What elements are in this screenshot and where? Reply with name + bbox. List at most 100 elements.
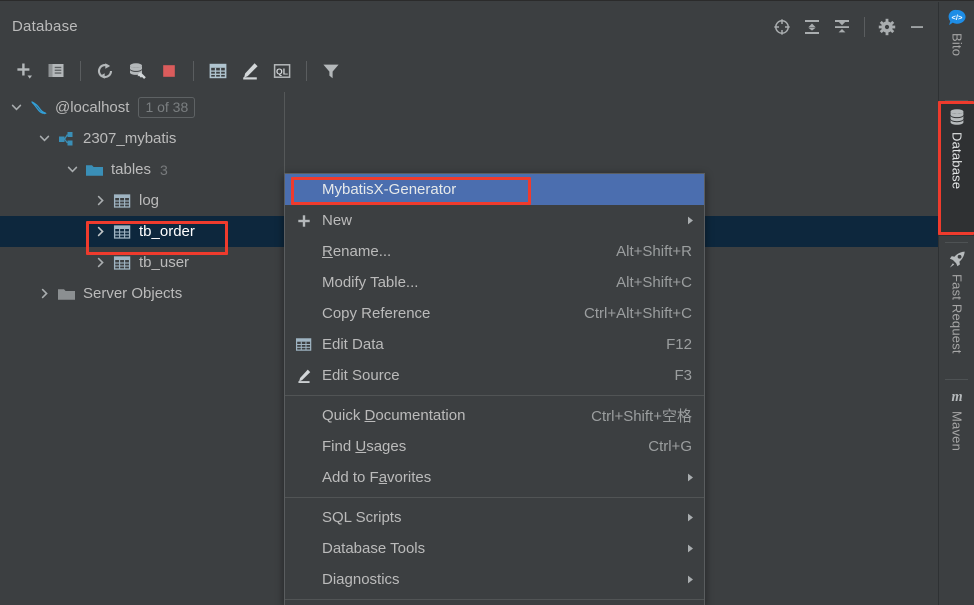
stripe-button-fast-request[interactable]: Fast Request <box>939 243 974 373</box>
right-tool-stripe: </> Bito Database Fast Request m Maven <box>938 2 974 605</box>
menu-item-label: SQL Scripts <box>322 509 402 526</box>
edit-data-button[interactable] <box>202 56 234 86</box>
row-count-badge: 1 of 38 <box>138 97 196 118</box>
header-separator <box>864 17 865 37</box>
svg-text:m: m <box>951 388 962 404</box>
menu-item-edit-data[interactable]: Edit Data F12 <box>285 329 704 360</box>
menu-item-shortcut: F12 <box>666 336 692 353</box>
menu-item-label: Modify Table... <box>322 274 419 291</box>
filter-button[interactable] <box>315 56 347 86</box>
tree-item-label: tables <box>111 161 152 178</box>
stripe-button-database[interactable]: Database <box>939 101 974 236</box>
stripe-button-maven[interactable]: m Maven <box>939 380 974 490</box>
chevron-down-icon[interactable] <box>36 130 53 147</box>
pencil-icon <box>285 367 322 385</box>
menu-item-quick-documentation[interactable]: Quick Documentation Ctrl+Shift+空格 <box>285 400 704 431</box>
menu-item-label: Edit Source <box>322 367 400 384</box>
tool-window-header-actions <box>767 12 938 42</box>
page-title: Database <box>12 18 78 35</box>
stripe-button-bito[interactable]: </> Bito <box>939 2 974 94</box>
tree-item-label: 2307_mybatis <box>83 130 177 147</box>
stripe-button-label: Maven <box>949 411 965 452</box>
table-icon <box>112 254 132 271</box>
stop-button[interactable] <box>153 56 185 86</box>
expand-all-icon[interactable] <box>797 12 827 42</box>
open-console-button[interactable]: QL <box>266 56 298 86</box>
menu-item-label: Quick Documentation <box>322 407 466 424</box>
tree-item-label: tb_order <box>139 223 195 240</box>
chevron-right-icon[interactable] <box>36 285 53 302</box>
menu-item-label: Add to Favorites <box>322 469 432 486</box>
menu-item-shortcut: Alt+Shift+R <box>616 243 692 260</box>
chevron-right-icon[interactable] <box>92 192 109 209</box>
duplicate-button[interactable] <box>40 56 72 86</box>
menu-item-label: Diagnostics <box>322 571 400 588</box>
menu-item-label: Edit Data <box>322 336 384 353</box>
menu-item-mybatisx-generator[interactable]: MybatisX-Generator <box>285 174 704 205</box>
menu-item-sql-scripts[interactable]: SQL Scripts <box>285 502 704 533</box>
tree-item-label: Server Objects <box>83 285 183 302</box>
menu-item-shortcut: Ctrl+G <box>648 438 692 455</box>
menu-item-label: Find Usages <box>322 438 407 455</box>
tree-item-label: log <box>139 192 160 209</box>
table-icon <box>112 192 132 209</box>
chevron-down-icon[interactable] <box>8 99 25 116</box>
bito-icon: </> <box>947 8 967 28</box>
collapse-all-icon[interactable] <box>827 12 857 42</box>
schema-icon <box>56 130 76 147</box>
menu-item-diagnostics[interactable]: Diagnostics <box>285 564 704 595</box>
table-icon <box>285 337 322 352</box>
menu-item-label: New <box>322 212 353 229</box>
folder-icon <box>84 161 104 178</box>
menu-item-edit-source[interactable]: Edit Source F3 <box>285 360 704 391</box>
refresh-button[interactable] <box>89 56 121 86</box>
menu-item-rename[interactable]: Rename... Alt+Shift+R <box>285 236 704 267</box>
chevron-right-icon[interactable] <box>92 254 109 271</box>
menu-item-label: Database Tools <box>322 540 426 557</box>
menu-item-shortcut: Alt+Shift+C <box>616 274 692 291</box>
tree-item-2307-mybatis[interactable]: 2307_mybatis <box>0 123 938 154</box>
tool-window-header: Database <box>0 2 938 50</box>
menu-item-database-tools[interactable]: Database Tools <box>285 533 704 564</box>
add-data-source-button[interactable] <box>8 56 40 86</box>
menu-item-modify-table[interactable]: Modify Table... Alt+Shift+C <box>285 267 704 298</box>
database-toolbar: QL <box>0 50 938 92</box>
tree-item-label: @localhost <box>55 99 130 116</box>
svg-text:</>: </> <box>951 12 963 21</box>
toolbar-separator-3 <box>306 61 307 81</box>
menu-separator-2 <box>285 497 704 498</box>
chevron-right-icon[interactable] <box>92 223 109 240</box>
gear-icon[interactable] <box>872 12 902 42</box>
menu-item-label: MybatisX-Generator <box>322 181 457 198</box>
submenu-arrow-icon <box>682 543 704 554</box>
database-tool-window: Database QL @localhost 1 of 38 2307_myba… <box>0 0 974 605</box>
rocket-icon <box>947 249 967 269</box>
menu-item-shortcut: Ctrl+Alt+Shift+C <box>584 305 692 322</box>
menu-item-shortcut: F3 <box>674 367 692 384</box>
menu-separator-1 <box>285 395 704 396</box>
tables-count: 3 <box>160 161 168 178</box>
menu-item-copy-reference[interactable]: Copy Reference Ctrl+Alt+Shift+C <box>285 298 704 329</box>
chevron-down-icon[interactable] <box>64 161 81 178</box>
tree-item-localhost[interactable]: @localhost 1 of 38 <box>0 92 938 123</box>
hide-window-icon[interactable] <box>902 12 932 42</box>
maven-icon: m <box>947 386 967 406</box>
locate-icon[interactable] <box>767 12 797 42</box>
svg-text:QL: QL <box>276 67 288 77</box>
table-icon <box>112 223 132 240</box>
toolbar-separator-2 <box>193 61 194 81</box>
menu-item-add-to-favorites[interactable]: Add to Favorites <box>285 462 704 493</box>
data-source-properties-button[interactable] <box>121 56 153 86</box>
menu-separator-3 <box>285 599 704 600</box>
menu-item-find-usages[interactable]: Find Usages Ctrl+G <box>285 431 704 462</box>
edit-source-button[interactable] <box>234 56 266 86</box>
menu-item-new[interactable]: New <box>285 205 704 236</box>
menu-item-shortcut: Ctrl+Shift+空格 <box>591 408 692 425</box>
folder-grey-icon <box>56 285 76 302</box>
context-menu[interactable]: MybatisX-Generator New Rename... Alt+Shi… <box>284 173 705 605</box>
database-icon <box>947 107 967 127</box>
tree-item-label: tb_user <box>139 254 190 271</box>
stripe-button-label: Bito <box>949 33 965 57</box>
toolbar-separator-1 <box>80 61 81 81</box>
menu-item-label: Rename... <box>322 243 392 260</box>
